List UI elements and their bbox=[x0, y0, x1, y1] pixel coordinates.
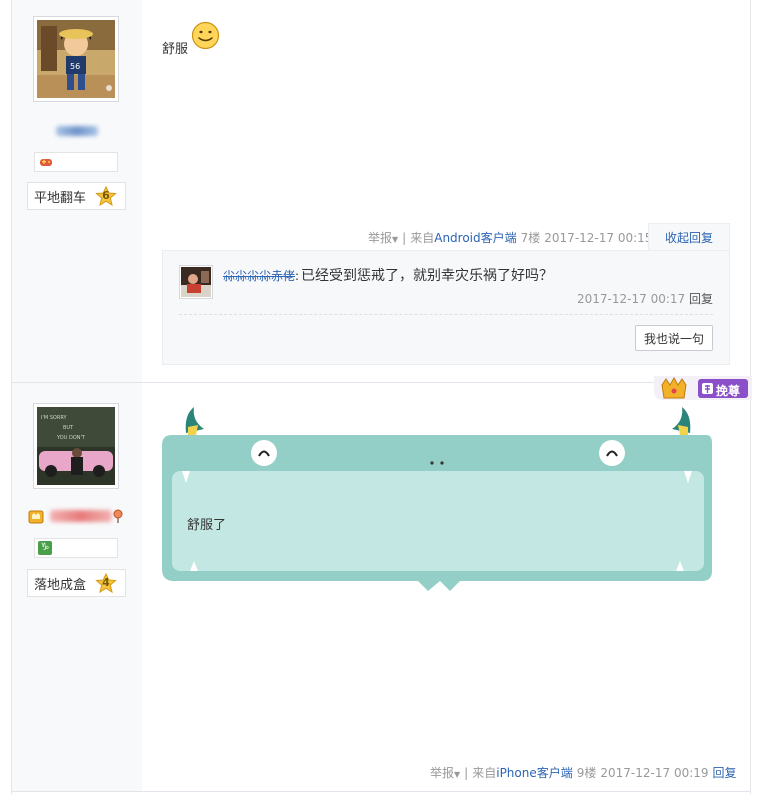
post-time: 2017-12-17 00:15 bbox=[544, 230, 653, 245]
monster-bubble-frame bbox=[160, 405, 716, 597]
comment-meta: 2017-12-17 00:17 回复 bbox=[577, 290, 713, 307]
svg-text:56: 56 bbox=[70, 62, 80, 71]
comment-text: 已经受到惩戒了，就别幸灾乐祸了好吗？ bbox=[301, 268, 553, 284]
floor-number: 9楼 bbox=[576, 766, 597, 780]
svg-text:BUT: BUT bbox=[63, 425, 74, 431]
client-link[interactable]: iPhone客户端 bbox=[496, 766, 573, 780]
comment-panel: 尛尛尛尛赤佬: 已经受到惩戒了，就别幸灾乐祸了好吗？ 2017-12-17 00… bbox=[162, 250, 730, 365]
post2-username-masked[interactable] bbox=[50, 510, 112, 522]
capricorn-icon: ♑ bbox=[38, 541, 52, 555]
post1-user-avatar[interactable]: 56 bbox=[33, 16, 119, 102]
post2-level-name: 落地成盒 bbox=[34, 577, 87, 593]
tail-from: 来自Android客户端 bbox=[410, 231, 517, 245]
gamepad-icon bbox=[39, 156, 53, 172]
caret-down-icon: ▼ bbox=[392, 235, 399, 244]
say-something-button[interactable]: 我也说一句 bbox=[635, 325, 713, 351]
svg-text:YOU DON'T: YOU DON'T bbox=[56, 435, 86, 441]
smiley-face-icon bbox=[191, 21, 220, 50]
caret-down-icon: ▼ bbox=[454, 770, 461, 779]
post2-level-number: 4 bbox=[102, 576, 110, 589]
post-divider bbox=[12, 382, 751, 383]
post1-level-box: 平地翻车 6 bbox=[27, 182, 126, 210]
report-link[interactable]: 举报▼ bbox=[430, 764, 460, 781]
comment-time: 2017-12-17 00:17 bbox=[577, 292, 686, 306]
post1-level-name: 平地翻车 bbox=[34, 190, 87, 206]
comment-separator bbox=[179, 314, 713, 315]
tail-separator: | bbox=[464, 765, 469, 780]
level-star-icon: 4 bbox=[95, 572, 117, 595]
post1-level-number: 6 bbox=[102, 189, 110, 202]
tail-from: 来自iPhone客户端 bbox=[472, 766, 573, 780]
bottom-divider bbox=[12, 791, 751, 792]
post1-badge-box bbox=[34, 152, 118, 172]
comment-avatar[interactable] bbox=[179, 265, 213, 299]
level-star-icon: 6 bbox=[95, 185, 117, 208]
post2-badge-box: ♑ bbox=[34, 538, 118, 558]
vip-label: 挽尊 bbox=[716, 384, 741, 398]
tail-separator: | bbox=[402, 230, 407, 245]
post1-tail: 举报▼ | 来自Android客户端 7楼 2017-12-17 00:15 bbox=[368, 229, 652, 246]
comment-author[interactable]: 尛尛尛尛赤佬: bbox=[223, 267, 299, 284]
post2-user-avatar[interactable]: I'M SORRY BUT YOU DON'T bbox=[33, 403, 119, 489]
floor-number: 7楼 bbox=[520, 231, 541, 245]
collapse-reply-button[interactable]: 收起回复 bbox=[648, 223, 730, 250]
post-time: 2017-12-17 00:19 bbox=[600, 765, 709, 780]
post1-username-masked[interactable] bbox=[56, 126, 98, 136]
lollipop-icon bbox=[112, 509, 124, 527]
post1-content: 舒服 bbox=[162, 42, 189, 57]
vip-badge[interactable]: 挽尊 bbox=[648, 374, 752, 404]
post2-level-box: 落地成盒 4 bbox=[27, 569, 126, 597]
reply-link[interactable]: 回复 bbox=[713, 764, 737, 781]
svg-text:I'M SORRY: I'M SORRY bbox=[41, 415, 67, 421]
client-link[interactable]: Android客户端 bbox=[434, 231, 516, 245]
post2-content: 舒服了 bbox=[187, 518, 227, 533]
crown-medal-icon bbox=[28, 508, 44, 528]
report-link[interactable]: 举报▼ bbox=[368, 229, 398, 246]
comment-reply-link[interactable]: 回复 bbox=[689, 292, 713, 306]
post2-tail: 举报▼ | 来自iPhone客户端 9楼 2017-12-17 00:19 回复 bbox=[430, 764, 737, 781]
